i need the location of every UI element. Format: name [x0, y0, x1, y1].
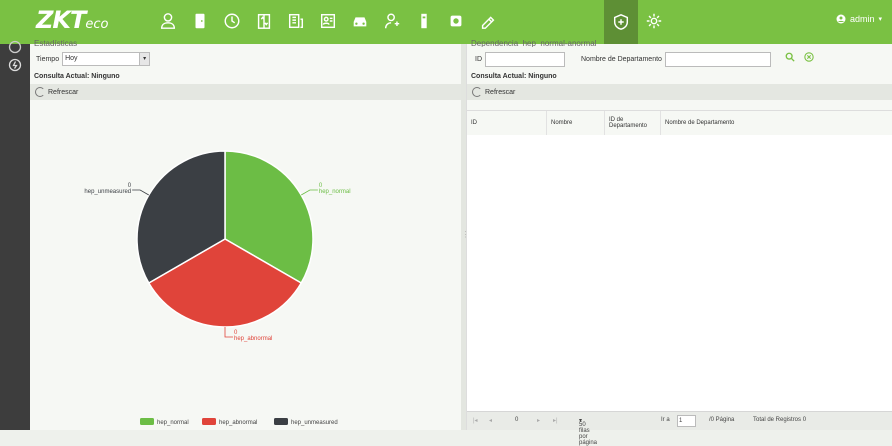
refresh-icon [472, 87, 482, 97]
slice-name-label: hep_unmeasured [84, 189, 131, 195]
dept-label: Nombre de Departamento [581, 56, 662, 63]
refresh-button[interactable]: Refrescar [35, 87, 78, 97]
column-header-name[interactable]: Nombre [547, 111, 605, 135]
top-navigation-bar: ZKTeco admin ▾ [0, 0, 892, 44]
total-records: Total de Registros 0 [753, 417, 807, 423]
refresh-button[interactable]: Refrescar [472, 87, 515, 97]
dept-filter: Nombre de Departamento [581, 52, 771, 67]
goto-label: Ir a [661, 417, 670, 423]
door-icon[interactable] [188, 9, 212, 33]
refresh-icon [35, 87, 45, 97]
camera-icon[interactable] [444, 9, 468, 33]
id-card-icon[interactable] [316, 9, 340, 33]
health-shield-icon[interactable] [604, 0, 638, 44]
id-input[interactable] [485, 52, 565, 67]
table-body [467, 135, 892, 412]
time-label: Tiempo [36, 55, 60, 63]
panel-title: Estadísticas [34, 39, 78, 47]
id-label: ID [475, 56, 482, 63]
legend-swatch-hep-normal[interactable] [140, 418, 154, 425]
column-header-department-name[interactable]: Nombre de Departamento [661, 111, 892, 135]
search-icon[interactable] [785, 52, 795, 62]
side-rail [0, 40, 30, 430]
clear-filter-icon[interactable] [804, 52, 814, 62]
chevron-down-icon: ▾ [878, 16, 882, 23]
clock-icon[interactable] [220, 9, 244, 33]
details-panel: Dependencia_hep_normal-anormal ID Nombre… [466, 39, 892, 446]
pagination-bar: |◂ ◂ 0 ▸ ▸| 50 filas por página ▾ Ir a 1… [467, 411, 892, 446]
elevator-icon[interactable] [252, 9, 276, 33]
goto-page-input[interactable]: 1 [677, 415, 696, 427]
slice-name-label: hep_normal [319, 189, 351, 195]
slice-name-label: hep_abnormal [234, 336, 272, 342]
grid-building-icon[interactable] [284, 9, 308, 33]
power-shield-icon[interactable] [8, 58, 22, 72]
department-name-input[interactable] [664, 52, 771, 67]
statistics-panel: Estadísticas Tiempo Hoy ▾ Consulta Actual… [30, 39, 461, 430]
column-header-department-id[interactable]: ID de Departamento [605, 111, 661, 135]
user-menu[interactable]: admin ▾ [836, 14, 882, 24]
current-page: 0 [515, 417, 519, 423]
id-filter: ID [475, 52, 565, 67]
label-leader-line [224, 327, 233, 338]
time-filter: Tiempo Hoy ▾ [36, 52, 151, 66]
person-icon[interactable] [156, 9, 180, 33]
user-name: admin [849, 14, 875, 24]
last-page-icon[interactable]: ▸| [553, 417, 558, 424]
first-page-icon[interactable]: |◂ [473, 417, 478, 424]
next-page-icon[interactable]: ▸ [537, 417, 540, 424]
right-toolbar: Refrescar [467, 84, 892, 100]
user-avatar-icon [836, 14, 846, 24]
column-header-id[interactable]: ID [467, 111, 547, 135]
patrol-icon[interactable] [476, 9, 500, 33]
current-query-label: Consulta Actual: Ninguno [471, 73, 557, 80]
label-leader-line [132, 189, 149, 196]
legend-swatch-hep-abnormal[interactable] [202, 418, 216, 425]
collapse-icon[interactable] [8, 40, 22, 54]
legend-label-hep-abnormal[interactable]: hep_abnormal [219, 420, 257, 426]
settings-icon[interactable] [642, 9, 666, 33]
label-leader-line [301, 189, 318, 196]
total-pages: /0 Página [709, 417, 735, 423]
time-select[interactable]: Hoy ▾ [62, 52, 151, 66]
car-icon[interactable] [348, 9, 372, 33]
splitter-grip-icon: ⋮ [462, 230, 470, 242]
left-toolbar: Refrescar [30, 84, 461, 100]
locker-icon[interactable] [412, 9, 436, 33]
dropdown-arrow-icon: ▾ [139, 53, 150, 65]
legend-label-hep-unmeasured[interactable]: hep_unmeasured [291, 420, 338, 426]
legend-label-hep-normal[interactable]: hep_normal [157, 420, 189, 426]
table-header: ID Nombre ID de Departamento Nombre de D… [467, 110, 892, 136]
prev-page-icon[interactable]: ◂ [489, 417, 492, 424]
hep-status-pie-chart: 0hep_normal0hep_abnormal0hep_unmeasured … [84, 150, 351, 426]
panel-title: Dependencia_hep_normal-anormal [471, 39, 597, 47]
visitor-icon[interactable] [380, 9, 404, 33]
current-query-label: Consulta Actual: Ninguno [34, 73, 120, 80]
zkteco-logo[interactable]: ZKTeco [36, 6, 108, 34]
rows-per-page-select[interactable]: 50 filas por página ▾ [579, 417, 597, 446]
legend-swatch-hep-unmeasured[interactable] [274, 418, 288, 425]
